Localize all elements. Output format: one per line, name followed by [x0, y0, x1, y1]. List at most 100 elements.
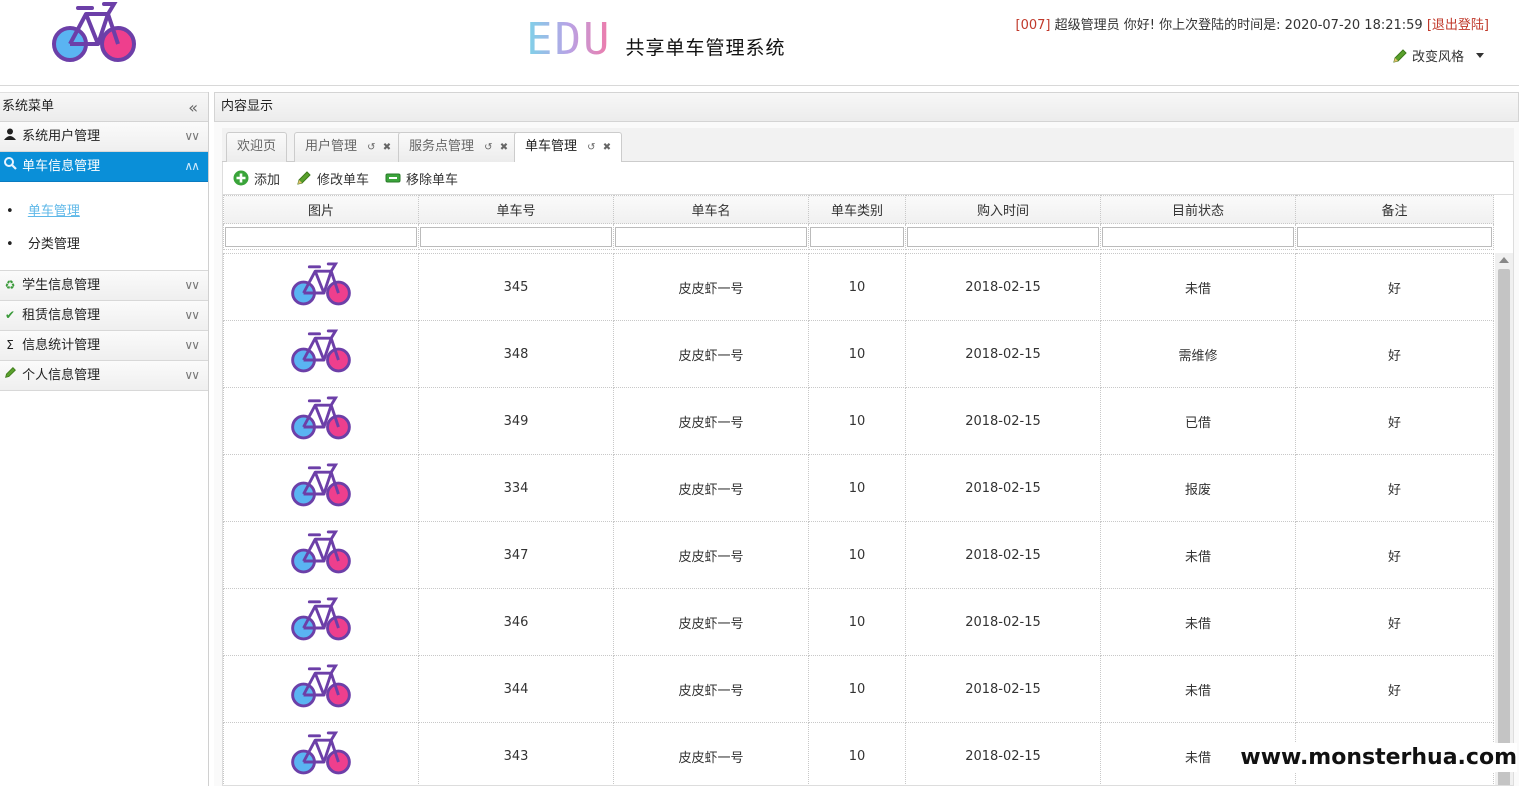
collapse-sidebar-icon[interactable]: «: [188, 94, 198, 122]
bike-image-cell: [223, 722, 419, 785]
bike-table: 图片 单车号 单车名 单车类别 购入时间 目前状态 备注 345 皮皮虾一号 1…: [223, 195, 1494, 785]
bike-image-cell: [223, 320, 419, 388]
bike-image-cell: [223, 387, 419, 455]
tab-service-point-management[interactable]: 服务点管理 ↺ ✖: [398, 132, 520, 162]
filter-input[interactable]: [615, 226, 807, 247]
table-row[interactable]: 349 皮皮虾一号 10 2018-02-15 已借好: [223, 387, 1494, 455]
bike-category-cell: 10: [808, 722, 906, 785]
filter-input[interactable]: [1102, 226, 1294, 247]
edit-bike-button[interactable]: 修改单车: [296, 169, 369, 188]
filter-input[interactable]: [1297, 226, 1492, 247]
table-row[interactable]: 348 皮皮虾一号 10 2018-02-15 需维修好: [223, 320, 1494, 388]
bike-id-cell: 343: [418, 722, 614, 785]
refresh-tab-icon[interactable]: ↺: [367, 142, 375, 153]
chevron-down-icon[interactable]: ∨∨: [184, 122, 200, 150]
chevron-up-icon[interactable]: ∧∧: [184, 152, 200, 180]
chevron-down-icon[interactable]: ∨∨: [184, 301, 200, 329]
tab-user-management[interactable]: 用户管理 ↺ ✖: [294, 132, 403, 162]
close-tab-icon[interactable]: ✖: [603, 142, 611, 153]
scrollbar-thumb[interactable]: [1498, 269, 1510, 785]
sidebar-item-rental-management[interactable]: ✔ 租赁信息管理 ∨∨: [0, 301, 208, 331]
close-tab-icon[interactable]: ✖: [500, 142, 508, 153]
sidebar-item-statistics-management[interactable]: Σ 信息统计管理 ∨∨: [0, 331, 208, 361]
sidebar-item-personal-management[interactable]: 个人信息管理 ∨∨: [0, 361, 208, 391]
purchase-date-cell: 2018-02-15: [905, 320, 1101, 388]
bike-id-cell: 345: [418, 253, 614, 321]
note-cell: 好: [1295, 320, 1494, 388]
tab-label: 用户管理: [305, 139, 358, 154]
status-cell: 已借: [1100, 387, 1296, 455]
bike-submenu: 单车管理 分类管理: [0, 182, 208, 271]
add-label: 添加: [254, 172, 281, 188]
bike-name-cell: 皮皮虾一号: [613, 454, 809, 522]
submenu-item-bike-management[interactable]: 单车管理: [6, 196, 208, 229]
column-header[interactable]: 单车名: [613, 195, 809, 224]
add-button[interactable]: 添加: [233, 169, 280, 188]
sidebar-item-bike-management[interactable]: 单车信息管理 ∧∧: [0, 152, 208, 182]
submenu-item-category-management[interactable]: 分类管理: [6, 229, 208, 262]
sidebar-item-label: 系统用户管理: [22, 129, 101, 144]
sidebar-item-student-management[interactable]: ♻ 学生信息管理 ∨∨: [0, 271, 208, 301]
filter-input[interactable]: [907, 226, 1099, 247]
bike-image-cell: [223, 454, 419, 522]
style-switch-dropdown[interactable]: 改变风格: [1392, 46, 1485, 65]
sidebar-title: 系统菜单: [2, 99, 55, 114]
note-cell: 好: [1295, 387, 1494, 455]
tab-welcome[interactable]: 欢迎页: [226, 132, 288, 162]
purchase-date-cell: 2018-02-15: [905, 454, 1101, 522]
table-header-row: 图片 单车号 单车名 单车类别 购入时间 目前状态 备注: [223, 195, 1494, 224]
user-greeting: 超级管理员 你好! 你上次登陆的时间是: 2020-07-20 18:21:59: [1054, 18, 1423, 33]
table-row[interactable]: 347 皮皮虾一号 10 2018-02-15 未借好: [223, 521, 1494, 589]
remove-icon: [385, 173, 401, 183]
status-cell: 报废: [1100, 454, 1296, 522]
app-header: EDU 共享单车管理系统 [007] 超级管理员 你好! 你上次登陆的时间是: …: [0, 0, 1519, 86]
bike-name-cell: 皮皮虾一号: [613, 722, 809, 785]
status-cell: 未借: [1100, 521, 1296, 589]
table-row[interactable]: 344 皮皮虾一号 10 2018-02-15 未借好: [223, 655, 1494, 723]
column-header[interactable]: 目前状态: [1100, 195, 1296, 224]
column-header[interactable]: 单车类别: [808, 195, 906, 224]
filter-input[interactable]: [810, 226, 904, 247]
sidebar-item-label: 信息统计管理: [22, 338, 101, 353]
purchase-date-cell: 2018-02-15: [905, 387, 1101, 455]
bike-datagrid: 图片 单车号 单车名 单车类别 购入时间 目前状态 备注 345 皮皮虾一号 1…: [222, 194, 1514, 786]
sidebar-header: 系统菜单 «: [0, 92, 208, 122]
sidebar: 系统菜单 « 系统用户管理 ∨∨ 单车信息管理 ∧∧ 单车管理 分类管理 ♻ 学…: [0, 92, 209, 786]
note-cell: 好: [1295, 588, 1494, 656]
table-row[interactable]: 345 皮皮虾一号 10 2018-02-15 未借好: [223, 253, 1494, 321]
refresh-tab-icon[interactable]: ↺: [587, 142, 595, 153]
bike-category-cell: 10: [808, 320, 906, 388]
bicycle-icon: [291, 731, 351, 775]
tab-bike-management[interactable]: 单车管理 ↺ ✖: [514, 132, 623, 163]
sidebar-item-label: 租赁信息管理: [22, 308, 101, 323]
table-row[interactable]: 334 皮皮虾一号 10 2018-02-15 报废好: [223, 454, 1494, 522]
tab-bar: 欢迎页 用户管理 ↺ ✖ 服务点管理 ↺ ✖ 单车管理 ↺ ✖: [222, 128, 1514, 163]
chevron-down-icon[interactable]: ∨∨: [184, 331, 200, 359]
filter-row: [223, 223, 1494, 250]
submenu-item-label: 单车管理: [27, 204, 80, 219]
close-tab-icon[interactable]: ✖: [383, 142, 391, 153]
bicycle-icon: [291, 530, 351, 574]
bike-id-cell: 348: [418, 320, 614, 388]
note-cell: 好: [1295, 454, 1494, 522]
chevron-down-icon[interactable]: ∨∨: [184, 271, 200, 299]
sidebar-item-user-management[interactable]: 系统用户管理 ∨∨: [0, 122, 208, 152]
filter-input[interactable]: [225, 226, 417, 247]
chevron-down-icon[interactable]: ∨∨: [184, 361, 200, 389]
refresh-tab-icon[interactable]: ↺: [484, 142, 492, 153]
filter-input[interactable]: [420, 226, 612, 247]
remove-bike-button[interactable]: 移除单车: [385, 169, 458, 188]
tab-label: 单车管理: [525, 139, 578, 154]
table-row[interactable]: 346 皮皮虾一号 10 2018-02-15 未借好: [223, 588, 1494, 656]
vertical-scrollbar[interactable]: [1495, 253, 1513, 785]
bicycle-icon: [291, 396, 351, 440]
column-header[interactable]: 备注: [1295, 195, 1494, 224]
status-cell: 未借: [1100, 655, 1296, 723]
column-header[interactable]: 单车号: [418, 195, 614, 224]
bicycle-icon: [291, 463, 351, 507]
column-header[interactable]: 购入时间: [905, 195, 1101, 224]
scroll-up-arrow-icon[interactable]: [1499, 257, 1509, 263]
status-cell: 需维修: [1100, 320, 1296, 388]
logout-link[interactable]: [退出登陆]: [1427, 18, 1489, 33]
column-header[interactable]: 图片: [223, 195, 419, 224]
